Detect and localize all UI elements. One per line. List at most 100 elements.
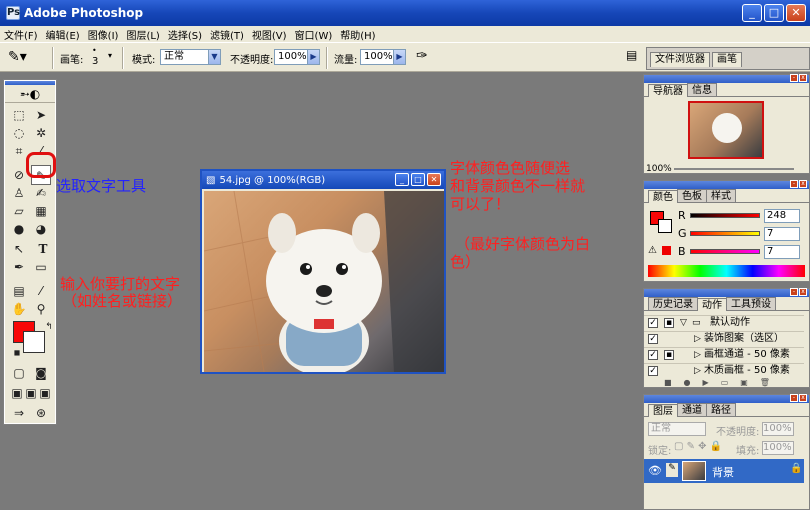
- lock-icons[interactable]: ▢ ✎ ✥ 🔒: [674, 441, 722, 452]
- airbrush-icon[interactable]: ✑: [416, 48, 428, 64]
- tab-swatches[interactable]: 色板: [677, 189, 707, 202]
- expand-triangle-icon[interactable]: ▷: [694, 332, 701, 346]
- gamut-warning-icon[interactable]: ⚠: [648, 245, 657, 256]
- tab-styles[interactable]: 样式: [706, 189, 736, 202]
- menu-window[interactable]: 窗口(W): [295, 27, 333, 42]
- gradient-tool-icon[interactable]: ▦: [31, 201, 51, 221]
- marquee-tool-icon[interactable]: ⬚: [9, 105, 29, 125]
- dialog-toggle-icon[interactable]: ▪: [664, 350, 674, 360]
- menu-view[interactable]: 视图(V): [252, 27, 287, 42]
- fill-input[interactable]: 100%: [762, 441, 794, 455]
- color-spectrum-ramp[interactable]: [648, 265, 805, 277]
- photoshop-eye-logo-icon[interactable]: ➵◐: [5, 85, 55, 103]
- tab-info[interactable]: 信息: [687, 83, 717, 96]
- panel-close-icon[interactable]: x: [799, 394, 807, 402]
- tab-color[interactable]: 颜色: [648, 190, 678, 203]
- notes-tool-icon[interactable]: ▤: [9, 281, 29, 301]
- type-tool-icon[interactable]: T: [33, 239, 53, 259]
- layer-row-background[interactable]: 👁 ✎ 背景 🔒: [644, 459, 804, 483]
- gamut-color-swatch[interactable]: [662, 246, 671, 255]
- visibility-eye-icon[interactable]: 👁: [648, 464, 662, 477]
- action-check-icon[interactable]: ✓: [648, 366, 658, 376]
- tab-brushes[interactable]: 画笔: [712, 52, 742, 67]
- dialog-toggle-icon[interactable]: ▪: [664, 318, 674, 328]
- doc-close-button[interactable]: ✕: [427, 173, 441, 186]
- tab-history[interactable]: 历史记录: [648, 297, 698, 310]
- lasso-tool-icon[interactable]: ◌: [9, 123, 29, 143]
- panel-close-icon[interactable]: x: [799, 74, 807, 82]
- channel-r-input[interactable]: 248: [764, 209, 800, 223]
- menu-file[interactable]: 文件(F): [4, 27, 38, 42]
- mode-dropdown-icon[interactable]: ▼: [208, 49, 221, 65]
- panel-minimize-icon[interactable]: -: [790, 394, 798, 402]
- panel-minimize-icon[interactable]: -: [790, 74, 798, 82]
- channel-b-slider[interactable]: [690, 249, 760, 254]
- tab-navigator[interactable]: 导航器: [648, 84, 688, 97]
- eraser-tool-icon[interactable]: ▱: [9, 201, 29, 221]
- quick-mask-mode-icon[interactable]: ◙: [31, 363, 51, 383]
- navigator-zoom[interactable]: 100%: [646, 164, 672, 174]
- minimize-button[interactable]: _: [742, 4, 762, 22]
- tab-layers[interactable]: 图层: [648, 404, 678, 417]
- blend-mode-select[interactable]: 正常: [648, 422, 706, 436]
- opacity-arrow-icon[interactable]: ▶: [307, 49, 320, 65]
- expand-triangle-icon[interactable]: ▽: [680, 316, 687, 330]
- blur-tool-icon[interactable]: ●: [9, 219, 29, 239]
- action-controls-icon[interactable]: ■●▶▭▣🗑: [664, 378, 782, 387]
- action-row[interactable]: ✓ ▪ ▽ ▭ 默认动作: [644, 315, 804, 330]
- swap-colors-icon[interactable]: ↰: [39, 317, 59, 337]
- expand-triangle-icon[interactable]: ▷: [694, 348, 701, 362]
- tab-file-browser[interactable]: 文件浏览器: [650, 52, 710, 67]
- tab-paths[interactable]: 路径: [706, 403, 736, 416]
- full-screen-icon[interactable]: ▣: [35, 383, 55, 403]
- brush-size[interactable]: 3: [92, 56, 98, 67]
- brush-dropdown-icon[interactable]: ▾: [108, 51, 112, 60]
- expand-triangle-icon[interactable]: ▷: [694, 364, 701, 378]
- action-check-icon[interactable]: ✓: [648, 350, 658, 360]
- clone-stamp-tool-icon[interactable]: ♙: [9, 183, 29, 203]
- path-selection-tool-icon[interactable]: ↖: [9, 239, 29, 259]
- menu-help[interactable]: 帮助(H): [340, 27, 375, 42]
- move-tool-icon[interactable]: ➤: [31, 105, 51, 125]
- channel-r-slider[interactable]: [690, 213, 760, 218]
- imageready-icon[interactable]: ⊛: [31, 403, 51, 423]
- zoom-tool-icon[interactable]: ⚲: [31, 299, 51, 319]
- menu-image[interactable]: 图像(I): [88, 27, 119, 42]
- tab-tool-presets[interactable]: 工具预设: [726, 297, 776, 310]
- default-colors-icon[interactable]: ◼: [7, 343, 27, 363]
- panel-close-icon[interactable]: x: [799, 288, 807, 296]
- flow-arrow-icon[interactable]: ▶: [393, 49, 406, 65]
- action-check-icon[interactable]: ✓: [648, 318, 658, 328]
- action-check-icon[interactable]: ✓: [648, 334, 658, 344]
- maximize-button[interactable]: □: [764, 4, 784, 22]
- mode-select[interactable]: 正常: [160, 49, 210, 65]
- tab-channels[interactable]: 通道: [677, 403, 707, 416]
- flow-input[interactable]: 100%: [360, 49, 394, 65]
- jump-to-imageready-icon[interactable]: ⇒: [9, 403, 29, 423]
- panel-minimize-icon[interactable]: -: [790, 180, 798, 188]
- channel-b-input[interactable]: 7: [764, 245, 800, 259]
- hand-tool-icon[interactable]: ✋: [9, 299, 29, 319]
- color-panel-bg-swatch[interactable]: [658, 219, 672, 233]
- eyedropper-tool-icon[interactable]: ⁄: [31, 281, 51, 301]
- pen-tool-icon[interactable]: ✒: [9, 257, 29, 277]
- menu-filter[interactable]: 滤镜(T): [210, 27, 244, 42]
- menu-select[interactable]: 选择(S): [168, 27, 202, 42]
- navigator-thumbnail[interactable]: [688, 101, 764, 159]
- action-row[interactable]: ✓ ▷ 装饰图案（选区）: [644, 331, 804, 346]
- palette-well-icon[interactable]: ▤: [626, 48, 637, 62]
- panel-close-icon[interactable]: x: [799, 180, 807, 188]
- action-row[interactable]: ✓ ▷ 木质画框 - 50 像素: [644, 363, 804, 378]
- layer-opacity-input[interactable]: 100%: [762, 422, 794, 436]
- panel-minimize-icon[interactable]: -: [790, 288, 798, 296]
- opacity-input[interactable]: 100%: [274, 49, 308, 65]
- history-brush-tool-icon[interactable]: ✍: [31, 183, 51, 203]
- menu-layer[interactable]: 图层(L): [126, 27, 159, 42]
- standard-mode-icon[interactable]: ▢: [9, 363, 29, 383]
- image-canvas[interactable]: [204, 191, 444, 372]
- magic-wand-tool-icon[interactable]: ✲: [31, 123, 51, 143]
- brush-tool-icon[interactable]: ✎▾: [8, 49, 27, 65]
- rectangle-tool-icon[interactable]: ▭: [31, 257, 51, 277]
- menu-edit[interactable]: 编辑(E): [46, 27, 80, 42]
- channel-g-input[interactable]: 7: [764, 227, 800, 241]
